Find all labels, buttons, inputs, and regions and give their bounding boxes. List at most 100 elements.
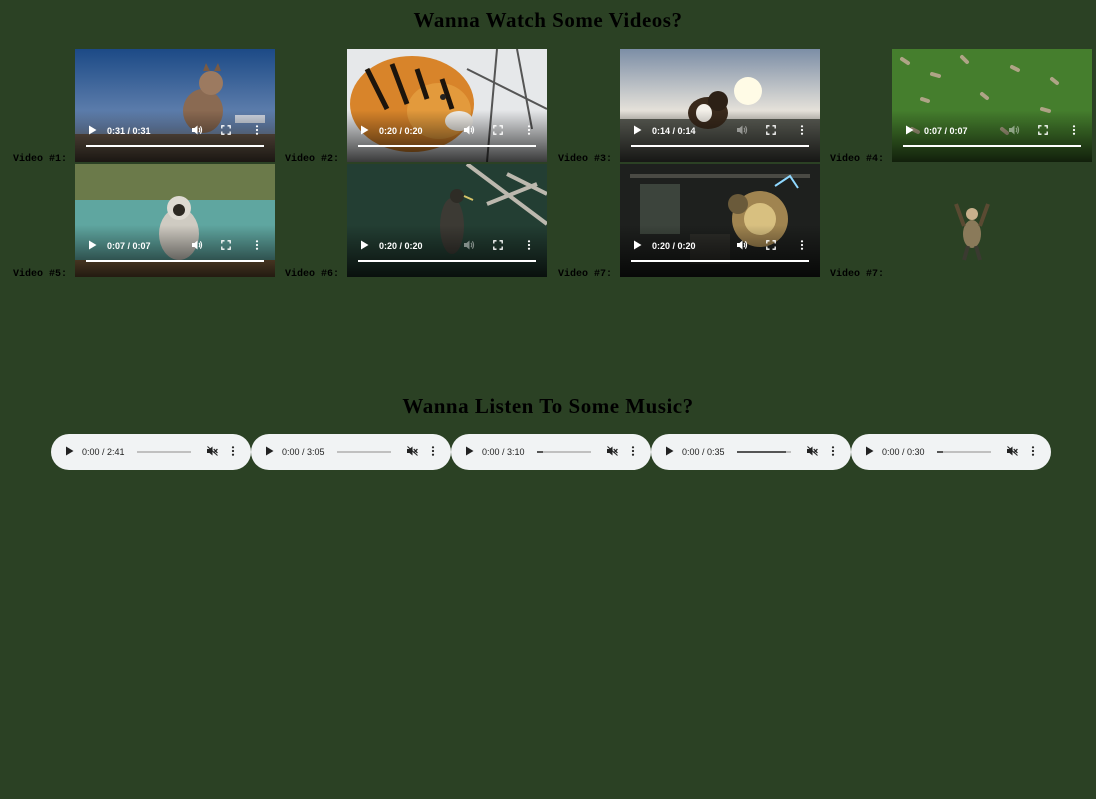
video-controls: 0:07 / 0:07	[75, 238, 275, 254]
video-player[interactable]: 0:31 / 0:31	[75, 49, 275, 162]
video-progress-bar[interactable]	[86, 260, 264, 262]
audio-volume-fill	[937, 451, 944, 453]
video-player[interactable]: 0:14 / 0:14	[620, 49, 820, 162]
more-options-icon[interactable]	[831, 446, 835, 458]
fullscreen-icon[interactable]	[766, 240, 776, 252]
video-controls: 0:31 / 0:31	[75, 123, 275, 139]
audio-time: 0:00 / 2:41	[82, 447, 125, 457]
audio-seek-bar[interactable]	[937, 451, 991, 453]
play-icon[interactable]	[88, 125, 97, 137]
audio-time: 0:00 / 3:05	[282, 447, 325, 457]
more-options-icon[interactable]	[255, 125, 259, 137]
audio-seek-bar[interactable]	[137, 451, 191, 453]
video-time: 0:07 / 0:07	[107, 241, 151, 251]
audio-seek-bar[interactable]	[337, 451, 391, 453]
fullscreen-icon[interactable]	[493, 240, 503, 252]
play-icon[interactable]	[360, 125, 369, 137]
play-icon[interactable]	[633, 125, 642, 137]
video-time: 0:14 / 0:14	[652, 126, 696, 136]
video-label: Video #7:	[830, 269, 885, 280]
more-options-icon[interactable]	[1031, 446, 1035, 458]
video-label: Video #5:	[13, 269, 68, 280]
play-icon[interactable]	[265, 446, 274, 458]
muted-icon[interactable]	[207, 446, 218, 458]
video-time: 0:20 / 0:20	[379, 126, 423, 136]
audio-seek-bar[interactable]	[737, 451, 791, 453]
more-options-icon[interactable]	[255, 240, 259, 252]
play-icon[interactable]	[865, 446, 874, 458]
fullscreen-icon[interactable]	[493, 125, 503, 137]
audio-player[interactable]: 0:00 / 2:41	[51, 434, 251, 470]
audio-player[interactable]: 0:00 / 3:10	[451, 434, 651, 470]
more-options-icon[interactable]	[231, 446, 235, 458]
play-icon[interactable]	[88, 240, 97, 252]
volume-icon[interactable]	[737, 125, 748, 137]
video-controls: 0:07 / 0:07	[892, 123, 1092, 139]
muted-icon[interactable]	[607, 446, 618, 458]
fullscreen-icon[interactable]	[1038, 125, 1048, 137]
volume-icon[interactable]	[737, 240, 748, 252]
video-player[interactable]	[892, 164, 1092, 277]
play-icon[interactable]	[65, 446, 74, 458]
video-progress-bar[interactable]	[631, 145, 809, 147]
play-icon[interactable]	[633, 240, 642, 252]
more-options-icon[interactable]	[1072, 125, 1076, 137]
video-time: 0:07 / 0:07	[924, 126, 968, 136]
play-icon[interactable]	[665, 446, 674, 458]
video-progress-bar[interactable]	[86, 145, 264, 147]
more-options-icon[interactable]	[800, 240, 804, 252]
more-options-icon[interactable]	[527, 125, 531, 137]
video-controls: 0:20 / 0:20	[347, 123, 547, 139]
audio-player[interactable]: 0:00 / 3:05	[251, 434, 451, 470]
volume-icon[interactable]	[464, 125, 475, 137]
audio-player[interactable]: 0:00 / 0:35	[651, 434, 851, 470]
muted-icon[interactable]	[1007, 446, 1018, 458]
fullscreen-icon[interactable]	[766, 125, 776, 137]
music-section-title: Wanna Listen To Some Music?	[402, 394, 694, 418]
video-progress-bar[interactable]	[358, 145, 536, 147]
video-time: 0:20 / 0:20	[652, 241, 696, 251]
play-icon[interactable]	[360, 240, 369, 252]
video-label: Video #7:	[558, 269, 613, 280]
more-options-icon[interactable]	[431, 446, 435, 458]
video-frame	[892, 164, 1092, 277]
fullscreen-icon[interactable]	[221, 125, 231, 137]
audio-time: 0:00 / 3:10	[482, 447, 525, 457]
muted-icon[interactable]	[407, 446, 418, 458]
volume-icon[interactable]	[1009, 125, 1020, 137]
video-player[interactable]: 0:20 / 0:20	[347, 164, 547, 277]
video-label: Video #3:	[558, 154, 613, 165]
muted-icon[interactable]	[807, 446, 818, 458]
audio-time: 0:00 / 0:35	[682, 447, 725, 457]
volume-icon[interactable]	[464, 240, 475, 252]
videos-section-title: Wanna Watch Some Videos?	[413, 8, 683, 32]
more-options-icon[interactable]	[631, 446, 635, 458]
video-player[interactable]: 0:20 / 0:20	[620, 164, 820, 277]
video-progress-bar[interactable]	[903, 145, 1081, 147]
video-label: Video #6:	[285, 269, 340, 280]
more-options-icon[interactable]	[800, 125, 804, 137]
video-time: 0:20 / 0:20	[379, 241, 423, 251]
video-controls: 0:20 / 0:20	[347, 238, 547, 254]
audio-volume-fill	[737, 451, 786, 453]
video-time: 0:31 / 0:31	[107, 126, 151, 136]
fullscreen-icon[interactable]	[221, 240, 231, 252]
video-player[interactable]: 0:20 / 0:20	[347, 49, 547, 162]
audio-time: 0:00 / 0:30	[882, 447, 925, 457]
video-progress-bar[interactable]	[631, 260, 809, 262]
video-controls: 0:20 / 0:20	[620, 238, 820, 254]
play-icon[interactable]	[465, 446, 474, 458]
video-player[interactable]: 0:07 / 0:07	[75, 164, 275, 277]
play-icon[interactable]	[905, 125, 914, 137]
video-label: Video #4:	[830, 154, 885, 165]
more-options-icon[interactable]	[527, 240, 531, 252]
video-progress-bar[interactable]	[358, 260, 536, 262]
audio-seek-bar[interactable]	[537, 451, 591, 453]
audio-volume-fill	[537, 451, 544, 453]
volume-icon[interactable]	[192, 240, 203, 252]
video-label: Video #1:	[13, 154, 68, 165]
video-controls: 0:14 / 0:14	[620, 123, 820, 139]
audio-player[interactable]: 0:00 / 0:30	[851, 434, 1051, 470]
video-player[interactable]: 0:07 / 0:07	[892, 49, 1092, 162]
volume-icon[interactable]	[192, 125, 203, 137]
